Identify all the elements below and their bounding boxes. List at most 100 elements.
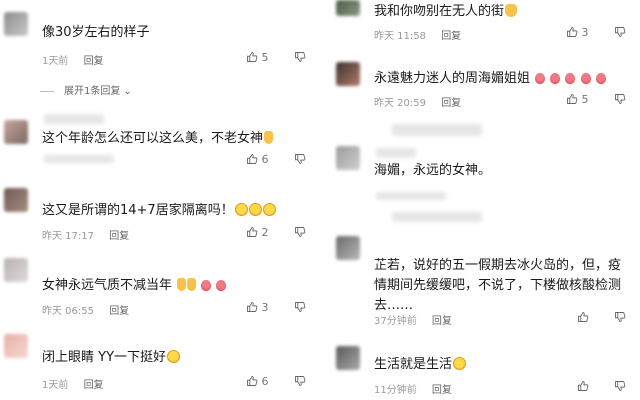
comment-text: 女神永远气质不减当年 [42, 277, 227, 295]
comment-actions: 5 [246, 51, 306, 64]
comment-text: 生活就是生活 [374, 356, 467, 374]
comment-text: 这个年龄怎么还可以这么美，不老女神 [42, 130, 274, 148]
like-button[interactable]: 6 [246, 153, 269, 166]
comment-actions: 5 [566, 93, 626, 106]
thumbs-up-icon [577, 311, 589, 323]
comment-item: 闭上眼睛 YY一下挺好 1天前 回复 6 [0, 330, 320, 400]
comment-item: 海媚，永远的女神。 [332, 140, 640, 220]
like-count: 6 [261, 153, 269, 166]
avatar[interactable] [4, 334, 28, 358]
avatar[interactable] [336, 146, 360, 170]
like-button[interactable]: 3 [566, 26, 589, 39]
thumbs-down-icon[interactable] [294, 301, 306, 313]
thumbs-down-icon[interactable] [294, 226, 306, 238]
blurred-reply-preview [392, 212, 482, 222]
comment-text: 芷若，说好的五一假期去冰火岛的，但，疫情期间先缓缓吧，不说了，下楼做核酸检测去…… [374, 258, 622, 313]
like-button[interactable]: 3 [246, 301, 269, 314]
thumbs-down-icon[interactable] [614, 93, 626, 105]
blurred-reply-preview [392, 124, 482, 136]
reply-button[interactable]: 回复 [432, 316, 452, 327]
thumbs-down-icon[interactable] [294, 51, 306, 63]
avatar[interactable] [336, 346, 360, 370]
reply-button[interactable]: 回复 [84, 380, 104, 391]
comment-column-left: 像30岁左右的样子 1天前 回复 5 展开1条回复 ⌄ 这个年龄怎么还可以这么美… [0, 0, 320, 400]
reply-button[interactable]: 回复 [432, 385, 452, 396]
like-button[interactable]: 2 [246, 226, 269, 239]
reply-button[interactable]: 回复 [109, 231, 129, 242]
reply-button[interactable]: 回复 [441, 31, 461, 42]
comment-actions: 3 [566, 26, 626, 39]
blurred-username [44, 114, 104, 124]
comment-meta: 昨天 06:55 回复 [42, 302, 141, 317]
comment-meta: 昨天 11:58 回复 [374, 27, 473, 42]
avatar[interactable] [336, 236, 360, 260]
comment-text: 永遠魅力迷人的周海媚姐姐 [374, 70, 606, 88]
thumbs-down-icon[interactable] [614, 380, 626, 392]
rose-emoji-icon [201, 280, 212, 291]
avatar[interactable] [336, 62, 360, 86]
thumbs-down-icon[interactable] [614, 26, 626, 38]
comment-time: 昨天 06:55 [42, 306, 94, 317]
rose-emoji-icon [216, 280, 227, 291]
comment-meta: 1天前 回复 [42, 376, 116, 391]
like-button[interactable]: 5 [566, 93, 589, 106]
comment-meta: 37分钟前 回复 [374, 312, 464, 327]
comment-actions [577, 311, 627, 324]
avatar[interactable] [4, 12, 28, 36]
reply-button[interactable]: 回复 [84, 56, 104, 67]
blurred-meta [44, 155, 114, 163]
thumbs-up-icon [246, 375, 258, 387]
comment-meta: 1天前 回复 [42, 52, 116, 67]
comment-time: 昨天 20:59 [374, 98, 426, 109]
comment-text-body: 永遠魅力迷人的周海媚姐姐 [374, 71, 531, 86]
laughing-emoji-icon [167, 350, 181, 363]
column-separator [320, 0, 332, 400]
comment-item: 芷若，说好的五一假期去冰火岛的，但，疫情期间先缓缓吧，不说了，下楼做核酸检测去…… [332, 230, 640, 330]
expand-label: 展开1条回复 [64, 86, 121, 97]
thumbs-up-icon [577, 380, 589, 392]
comment-item: 生活就是生活 11分钟前 回复 [332, 338, 640, 400]
comment-meta: 昨天 20:59 回复 [374, 94, 473, 109]
rose-emoji-icon [565, 73, 576, 84]
thumbs-down-icon[interactable] [614, 311, 626, 323]
comment-text: 海媚，永远的女神。 [374, 163, 492, 178]
comment-actions [577, 380, 627, 393]
comment-text-body: 生活就是生活 [374, 357, 453, 372]
thumbs-up-icon [246, 301, 258, 313]
like-button[interactable] [577, 311, 589, 324]
comment-item: 永遠魅力迷人的周海媚姐姐 昨天 20:59 回复 5 [332, 58, 640, 118]
comment-time: 1天前 [42, 380, 69, 391]
avatar[interactable] [4, 258, 28, 282]
comment-text-body: 我和你吻别在无人的街 [374, 4, 505, 19]
comment-text: 像30岁左右的样子 [42, 25, 150, 40]
thumbs-down-icon[interactable] [294, 375, 306, 387]
avatar[interactable] [4, 120, 28, 144]
like-count: 5 [581, 93, 589, 106]
rose-emoji-icon [595, 73, 606, 84]
comment-meta: 昨天 17:17 回复 [42, 227, 141, 242]
reply-button[interactable]: 回复 [441, 98, 461, 109]
comment-actions: 6 [246, 153, 306, 166]
comment-text: 闭上眼睛 YY一下挺好 [42, 349, 181, 367]
comment-text-body: 闭上眼睛 YY一下挺好 [42, 350, 167, 365]
comment-actions: 6 [246, 375, 306, 388]
thumbs-down-icon[interactable] [294, 153, 306, 165]
thumbs-emoji-icon [505, 4, 518, 17]
like-count: 5 [261, 51, 269, 64]
expand-replies[interactable]: 展开1条回复 ⌄ [40, 82, 132, 97]
comment-text: 我和你吻别在无人的街 [374, 3, 518, 21]
avatar[interactable] [4, 188, 28, 212]
like-button[interactable]: 6 [246, 375, 269, 388]
rose-emoji-icon [550, 73, 561, 84]
comment-time: 昨天 17:17 [42, 231, 94, 242]
thumbs-up-icon [566, 93, 578, 105]
comment-actions: 2 [246, 226, 306, 239]
reply-button[interactable]: 回复 [109, 306, 129, 317]
avatar[interactable] [336, 0, 360, 16]
rose-emoji-icon [580, 73, 591, 84]
comment-text-body: 女神永远气质不减当年 [42, 278, 173, 293]
laughing-emoji-icon [248, 203, 262, 216]
like-button[interactable]: 5 [246, 51, 269, 64]
comment-time: 昨天 11:58 [374, 31, 426, 42]
like-button[interactable] [577, 380, 589, 393]
